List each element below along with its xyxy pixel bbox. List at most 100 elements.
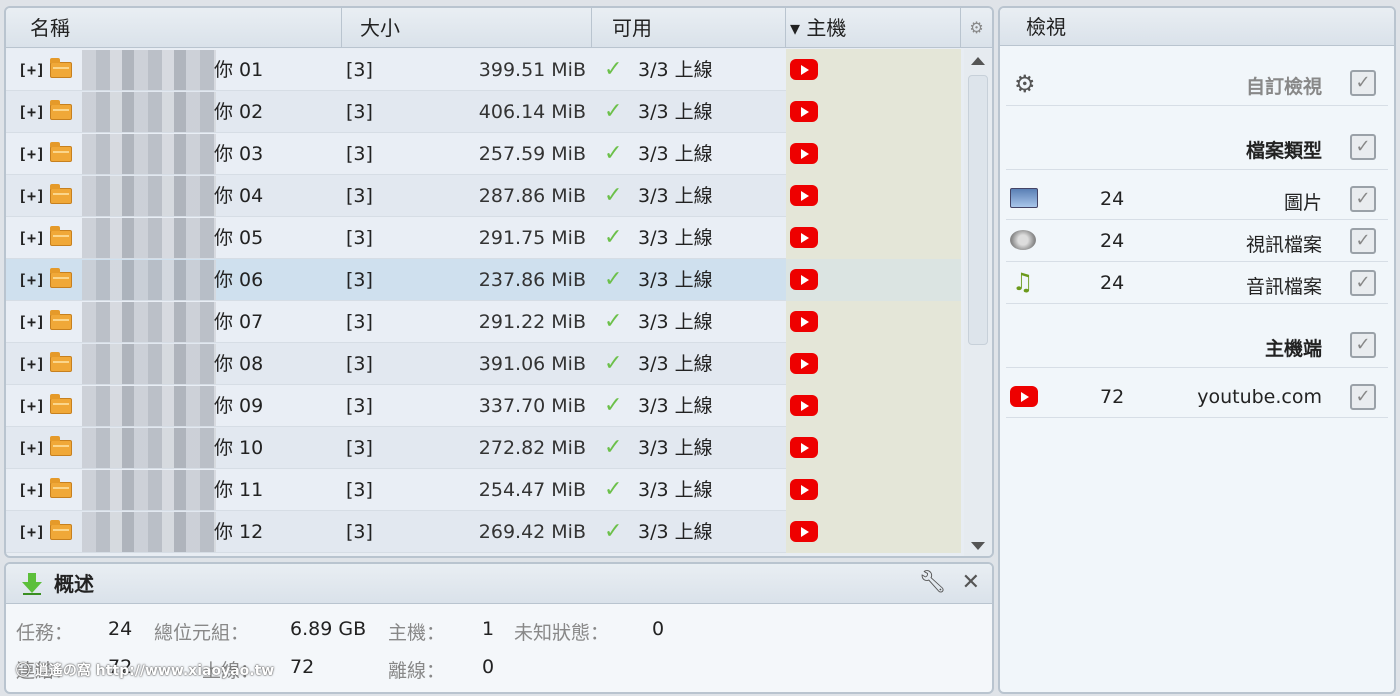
link-count: [3]: [346, 227, 373, 249]
expand-toggle[interactable]: [+]: [18, 301, 45, 343]
package-row[interactable]: [+] 你 11 [3] 254.47 MiB ✓ 3/3 上線: [6, 469, 961, 511]
youtube-host-label: youtube.com: [1197, 386, 1322, 408]
expand-toggle[interactable]: [+]: [18, 343, 45, 385]
host-cell: [786, 259, 961, 301]
package-size: 257.59 MiB: [478, 143, 586, 165]
package-row[interactable]: [+] 你 09 [3] 337.70 MiB ✓ 3/3 上線: [6, 385, 961, 427]
blurred-name-prefix: [82, 428, 216, 468]
host-cell: [786, 469, 961, 511]
package-row[interactable]: [+] 你 04 [3] 287.86 MiB ✓ 3/3 上線: [6, 175, 961, 217]
package-row[interactable]: [+] 你 12 [3] 269.42 MiB ✓ 3/3 上線: [6, 511, 961, 553]
blurred-name-prefix: [82, 512, 216, 552]
hosts-group-row[interactable]: 主機端 ✓: [1006, 324, 1388, 368]
folder-icon: [50, 310, 72, 330]
total-bytes-value: 6.89 GB: [290, 618, 367, 640]
package-name: 你 09: [214, 395, 264, 417]
overview-panel: 概述 🔧︎ ✕ 任務： 24 總位元組： 6.89 GB 主機： 1 未知狀態：…: [4, 562, 994, 694]
host-cell: [786, 301, 961, 343]
expand-toggle[interactable]: [+]: [18, 217, 45, 259]
package-row[interactable]: [+] 你 07 [3] 291.22 MiB ✓ 3/3 上線: [6, 301, 961, 343]
vertical-scrollbar[interactable]: [964, 49, 992, 556]
online-check-icon: ✓: [604, 267, 623, 292]
expand-toggle[interactable]: [+]: [18, 469, 45, 511]
column-header-availability[interactable]: 可用: [592, 8, 786, 48]
package-row[interactable]: [+] 你 10 [3] 272.82 MiB ✓ 3/3 上線: [6, 427, 961, 469]
expand-toggle[interactable]: [+]: [18, 133, 45, 175]
youtube-icon: [790, 311, 818, 332]
youtube-icon: [790, 437, 818, 458]
custom-view-row[interactable]: ⚙ 自訂檢視 ✓: [1006, 62, 1388, 106]
host-cell: [786, 49, 961, 91]
scroll-down-arrow-icon[interactable]: [971, 542, 985, 550]
column-settings-gear-icon[interactable]: ⚙: [961, 8, 992, 48]
wrench-icon[interactable]: 🔧︎: [919, 570, 947, 595]
filter-row-youtube[interactable]: 72 youtube.com ✓: [1006, 376, 1388, 418]
expand-toggle[interactable]: [+]: [18, 511, 45, 553]
package-size: 291.75 MiB: [478, 227, 586, 249]
scroll-thumb[interactable]: [968, 75, 988, 345]
download-arrow-icon: [22, 573, 42, 595]
view-filter-panel: 檢視 ⚙ 自訂檢視 ✓ 檔案類型 ✓ 24 圖片 ✓ 24 視訊檔案 ✓ ♫ 2…: [998, 6, 1396, 694]
youtube-icon: [790, 59, 818, 80]
tasks-value: 24: [108, 618, 133, 640]
availability-status: 3/3 上線: [638, 185, 713, 207]
custom-view-checkbox[interactable]: ✓: [1350, 70, 1376, 96]
package-row[interactable]: [+] 你 01 [3] 399.51 MiB ✓ 3/3 上線: [6, 49, 961, 91]
availability-status: 3/3 上線: [638, 269, 713, 291]
gear-icon[interactable]: ⚙: [1014, 70, 1036, 98]
images-checkbox[interactable]: ✓: [1350, 186, 1376, 212]
package-list: [+] 你 01 [3] 399.51 MiB ✓ 3/3 上線 [+] 你 02 [3] 406…: [6, 49, 961, 556]
package-size: 272.82 MiB: [478, 437, 586, 459]
availability-status: 3/3 上線: [638, 521, 713, 543]
folder-icon: [50, 58, 72, 78]
folder-icon: [50, 394, 72, 414]
link-count: [3]: [346, 185, 373, 207]
close-icon[interactable]: ✕: [962, 570, 980, 595]
folder-icon: [50, 478, 72, 498]
audio-checkbox[interactable]: ✓: [1350, 270, 1376, 296]
folder-icon: [50, 184, 72, 204]
availability-status: 3/3 上線: [638, 437, 713, 459]
package-row[interactable]: [+] 你 05 [3] 291.75 MiB ✓ 3/3 上線: [6, 217, 961, 259]
online-check-icon: ✓: [604, 141, 623, 166]
host-cell: [786, 91, 961, 133]
expand-toggle[interactable]: [+]: [18, 427, 45, 469]
folder-icon: [50, 520, 72, 540]
package-name: 你 02: [214, 101, 264, 123]
expand-toggle[interactable]: [+]: [18, 259, 45, 301]
filter-row-audio[interactable]: ♫ 24 音訊檔案 ✓: [1006, 262, 1388, 304]
package-size: 391.06 MiB: [478, 353, 586, 375]
package-row[interactable]: [+] 你 08 [3] 391.06 MiB ✓ 3/3 上線: [6, 343, 961, 385]
youtube-host-checkbox[interactable]: ✓: [1350, 384, 1376, 410]
package-row[interactable]: [+] 你 03 [3] 257.59 MiB ✓ 3/3 上線: [6, 133, 961, 175]
package-name: 你 04: [214, 185, 264, 207]
link-count: [3]: [346, 101, 373, 123]
download-list-panel: 名稱 大小 可用 ▾ 主機 ⚙ [+] 你 01 [3] 399.51 MiB ✓ 3/3…: [4, 6, 994, 558]
expand-toggle[interactable]: [+]: [18, 91, 45, 133]
expand-toggle[interactable]: [+]: [18, 175, 45, 217]
filter-row-images[interactable]: 24 圖片 ✓: [1006, 178, 1388, 220]
scroll-up-arrow-icon[interactable]: [971, 57, 985, 65]
audio-label: 音訊檔案: [1245, 276, 1322, 298]
column-header-size[interactable]: 大小: [342, 8, 592, 48]
video-checkbox[interactable]: ✓: [1350, 228, 1376, 254]
audio-count: 24: [1100, 272, 1125, 294]
folder-icon: [50, 436, 72, 456]
package-row[interactable]: [+] 你 02 [3] 406.14 MiB ✓ 3/3 上線: [6, 91, 961, 133]
unknown-status-label: 未知狀態：: [514, 622, 610, 644]
package-row[interactable]: [+] 你 06 [3] 237.86 MiB ✓ 3/3 上線: [6, 259, 961, 301]
column-header-host[interactable]: ▾ 主機: [786, 8, 961, 48]
youtube-count: 72: [1100, 386, 1125, 408]
package-name: 你 01: [214, 59, 264, 81]
file-types-checkbox[interactable]: ✓: [1350, 134, 1376, 160]
file-types-group-row[interactable]: 檔案類型 ✓: [1006, 126, 1388, 170]
blurred-name-prefix: [82, 134, 216, 174]
package-size: 337.70 MiB: [478, 395, 586, 417]
offline-label: 離線：: [388, 660, 446, 682]
hosts-group-checkbox[interactable]: ✓: [1350, 332, 1376, 358]
column-header-name[interactable]: 名稱: [6, 8, 342, 48]
expand-toggle[interactable]: [+]: [18, 49, 45, 91]
availability-status: 3/3 上線: [638, 143, 713, 165]
expand-toggle[interactable]: [+]: [18, 385, 45, 427]
filter-row-video[interactable]: 24 視訊檔案 ✓: [1006, 220, 1388, 262]
